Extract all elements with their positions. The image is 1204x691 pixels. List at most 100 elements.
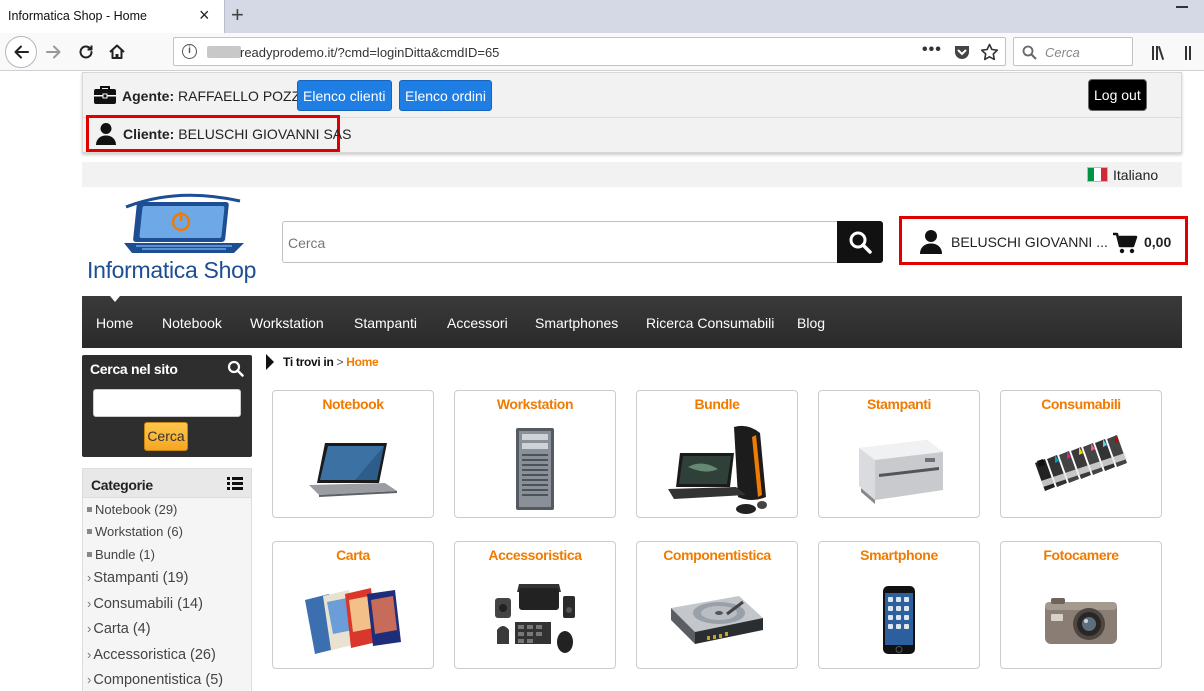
menu-item-ricerca-consumabili[interactable]: Ricerca Consumabili xyxy=(646,315,774,331)
client-label: Cliente: xyxy=(123,126,175,142)
search-icon xyxy=(227,360,244,377)
category-accessoristica[interactable]: › Accessoristica (26) xyxy=(87,647,216,663)
site-search-button[interactable] xyxy=(837,221,883,263)
product-card-stampanti[interactable]: Stampanti xyxy=(818,390,980,518)
menu-item-stampanti[interactable]: Stampanti xyxy=(354,315,417,331)
logo-text: Informatica Shop xyxy=(87,257,257,283)
ink-cartridges-image xyxy=(1035,434,1127,491)
menu-item-home[interactable]: Home xyxy=(96,315,133,331)
main-menu: Home Notebook Workstation Stampanti Acce… xyxy=(82,296,1182,348)
browser-tab[interactable]: Informatica Shop - Home × xyxy=(0,0,225,33)
menu-item-accessori[interactable]: Accessori xyxy=(447,315,508,331)
camera-image xyxy=(1045,597,1117,644)
forward-icon[interactable] xyxy=(40,38,68,66)
sidebar-search-button[interactable]: Cerca xyxy=(144,422,188,451)
category-label: Notebook (29) xyxy=(95,502,178,517)
browser-nav-bar: i readyprodemo.it/?cmd=loginDitta&cmdID=… xyxy=(0,33,1204,71)
product-title[interactable]: Carta xyxy=(273,547,433,563)
product-title[interactable]: Componentistica xyxy=(637,547,797,563)
site-logo[interactable]: Informatica Shop xyxy=(84,193,269,290)
browser-search-bar[interactable]: Cerca xyxy=(1013,37,1133,66)
category-consumabili[interactable]: › Consumabili (14) xyxy=(87,596,203,612)
product-card-consumabili[interactable]: Consumabili xyxy=(1000,390,1162,518)
agent-bar: Agente: RAFFAELLO POZZI Elenco clienti E… xyxy=(82,72,1182,153)
product-title[interactable]: Fotocamere xyxy=(1001,547,1161,563)
bullet-icon xyxy=(87,507,92,513)
product-title[interactable]: Smartphone xyxy=(819,547,979,563)
url-text: readyprodemo.it/?cmd=loginDitta&cmdID=65 xyxy=(240,45,500,60)
chevron-right-icon: › xyxy=(87,672,92,687)
tab-close-icon[interactable]: × xyxy=(199,5,210,25)
product-card-workstation[interactable]: Workstation xyxy=(454,390,616,518)
cart-total[interactable]: 0,00 xyxy=(1144,234,1171,250)
sidebar-search-panel: Cerca nel sito Cerca xyxy=(82,355,252,457)
page-actions-icon[interactable]: ••• xyxy=(922,41,942,59)
library-icon[interactable] xyxy=(1151,45,1169,61)
product-card-fotocamere[interactable]: Fotocamere xyxy=(1000,541,1162,669)
menu-icon[interactable] xyxy=(1184,45,1200,61)
product-card-smartphone[interactable]: Smartphone xyxy=(818,541,980,669)
product-card-carta[interactable]: Carta xyxy=(272,541,434,669)
language-label[interactable]: Italiano xyxy=(1113,167,1158,183)
category-componentistica[interactable]: › Componentistica (5) xyxy=(87,672,223,688)
menu-item-workstation[interactable]: Workstation xyxy=(250,315,324,331)
client-list-button[interactable]: Elenco clienti xyxy=(297,80,392,111)
reload-icon[interactable] xyxy=(72,38,100,66)
pocket-icon[interactable] xyxy=(953,44,971,61)
agent-name: RAFFAELLO POZZI xyxy=(178,88,305,104)
product-title[interactable]: Accessoristica xyxy=(455,547,615,563)
menu-item-smartphones[interactable]: Smartphones xyxy=(535,315,618,331)
order-list-button[interactable]: Elenco ordini xyxy=(399,80,492,111)
breadcrumb-prefix: Ti trovi in xyxy=(283,355,334,369)
breadcrumb-home-link[interactable]: Home xyxy=(346,355,378,369)
window-minimize-icon[interactable] xyxy=(1176,6,1188,8)
home-icon[interactable] xyxy=(103,38,131,66)
category-bundle[interactable]: Bundle (1) xyxy=(87,547,155,562)
client-name: BELUSCHI GIOVANNI SAS xyxy=(178,126,352,142)
smartphone-image xyxy=(883,585,915,654)
hard-drive-image xyxy=(671,595,763,644)
back-icon[interactable] xyxy=(5,36,37,68)
tab-title: Informatica Shop - Home xyxy=(8,9,147,23)
category-workstation[interactable]: Workstation (6) xyxy=(87,524,183,539)
product-title[interactable]: Workstation xyxy=(455,396,615,412)
site-search-input[interactable]: Cerca xyxy=(282,221,838,263)
bookmark-star-icon[interactable] xyxy=(980,43,999,62)
user-icon[interactable] xyxy=(919,229,943,255)
user-name[interactable]: BELUSCHI GIOVANNI ... xyxy=(951,234,1108,250)
paper-image xyxy=(305,587,401,654)
breadcrumb-separator: > xyxy=(333,355,347,369)
language-bar: Italiano xyxy=(82,162,1182,187)
product-card-componentistica[interactable]: Componentistica xyxy=(636,541,798,669)
category-carta[interactable]: › Carta (4) xyxy=(87,621,151,637)
url-bar[interactable]: i readyprodemo.it/?cmd=loginDitta&cmdID=… xyxy=(173,37,1006,66)
product-title[interactable]: Consumabili xyxy=(1001,396,1161,412)
flag-stripe-red xyxy=(1100,168,1107,181)
category-label: Consumabili (14) xyxy=(93,596,203,612)
category-notebook[interactable]: Notebook (29) xyxy=(87,502,177,517)
bundle-image xyxy=(668,425,767,514)
browser-tab-bar: Informatica Shop - Home × + xyxy=(0,0,1204,33)
product-card-notebook[interactable]: Notebook xyxy=(272,390,434,518)
category-label: Componentistica (5) xyxy=(93,672,224,688)
cart-icon[interactable] xyxy=(1112,232,1138,254)
product-card-accessoristica[interactable]: Accessoristica xyxy=(454,541,616,669)
workstation-image xyxy=(516,427,554,510)
product-card-bundle[interactable]: Bundle xyxy=(636,390,798,518)
site-info-icon[interactable]: i xyxy=(182,44,197,59)
product-title[interactable]: Bundle xyxy=(637,396,797,412)
menu-item-notebook[interactable]: Notebook xyxy=(162,315,222,331)
category-label: Bundle (1) xyxy=(95,547,155,562)
product-title[interactable]: Stampanti xyxy=(819,396,979,412)
menu-item-blog[interactable]: Blog xyxy=(797,315,825,331)
categories-header: Categorie xyxy=(83,469,251,498)
sidebar-search-input[interactable] xyxy=(93,389,241,417)
new-tab-icon[interactable]: + xyxy=(231,2,244,28)
italy-flag-icon[interactable] xyxy=(1087,167,1108,182)
user-icon xyxy=(96,123,116,145)
category-stampanti[interactable]: › Stampanti (19) xyxy=(87,570,188,586)
logo-computer-icon xyxy=(124,193,244,253)
list-icon[interactable] xyxy=(227,477,243,490)
logout-button[interactable]: Log out xyxy=(1088,79,1147,111)
product-title[interactable]: Notebook xyxy=(273,396,433,412)
